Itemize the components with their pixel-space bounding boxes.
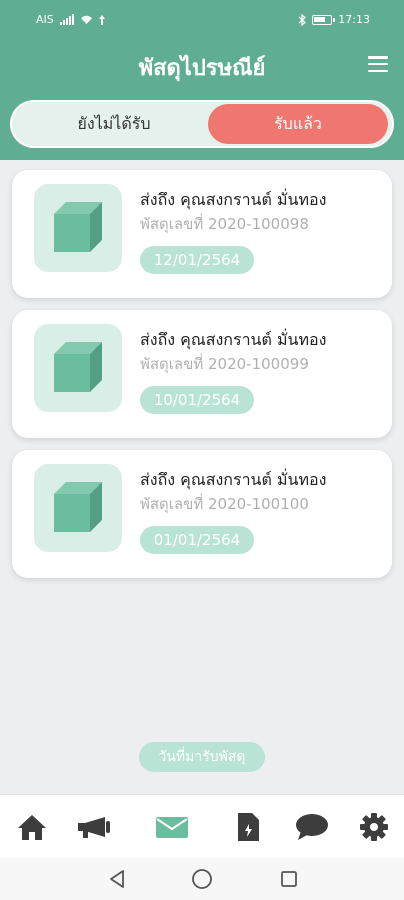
battery-icon (312, 14, 336, 25)
parcel-number: พัสดุเลขที่ 2020-100098 (140, 215, 309, 233)
carrier-label: AIS (36, 13, 54, 26)
data-icon (98, 14, 105, 25)
date-legend-badge: วันที่มารับพัสดุ (139, 742, 265, 772)
received-date-badge: 12/01/2564 (140, 246, 254, 274)
tab-not-received[interactable]: ยังไม่ได้รับ (24, 104, 204, 144)
back-icon[interactable] (104, 866, 130, 892)
received-date-badge: 01/01/2564 (140, 526, 254, 554)
parcel-number: พัสดุเลขที่ 2020-100099 (140, 355, 309, 373)
nav-home-icon[interactable] (10, 805, 54, 849)
package-icon (34, 324, 122, 412)
parcel-card[interactable]: ส่งถึง คุณสงกรานต์ มั่นทอง พัสดุเลขที่ 2… (12, 310, 392, 438)
bluetooth-icon (298, 13, 307, 26)
nav-mail-icon[interactable] (150, 805, 194, 849)
system-nav-bar (0, 858, 404, 900)
app-header: พัสดุไปรษณีย์ ยังไม่ได้รับ รับแล้ว (0, 40, 404, 160)
bottom-nav (0, 794, 404, 858)
tab-received[interactable]: รับแล้ว (208, 104, 388, 144)
recipient-text: ส่งถึง คุณสงกรานต์ มั่นทอง (140, 190, 327, 209)
nav-gear-icon[interactable] (352, 805, 396, 849)
parcel-card[interactable]: ส่งถึง คุณสงกรานต์ มั่นทอง พัสดุเลขที่ 2… (12, 170, 392, 298)
status-left: AIS (36, 13, 105, 26)
parcel-number: พัสดุเลขที่ 2020-100100 (140, 495, 309, 513)
hamburger-menu-icon[interactable] (368, 56, 388, 72)
received-date-badge: 10/01/2564 (140, 386, 254, 414)
package-icon (34, 464, 122, 552)
recipient-text: ส่งถึง คุณสงกรานต์ มั่นทอง (140, 330, 327, 349)
signal-icon (59, 14, 74, 25)
parcel-card[interactable]: ส่งถึง คุณสงกรานต์ มั่นทอง พัสดุเลขที่ 2… (12, 450, 392, 578)
wifi-icon (80, 15, 92, 24)
page-title: พัสดุไปรษณีย์ (138, 56, 266, 81)
status-bar: AIS 17:13 (0, 0, 404, 40)
nav-document-icon[interactable] (226, 805, 270, 849)
home-circle-icon[interactable] (189, 866, 215, 892)
recipient-text: ส่งถึง คุณสงกรานต์ มั่นทอง (140, 470, 327, 489)
parcel-list: ส่งถึง คุณสงกรานต์ มั่นทอง พัสดุเลขที่ 2… (12, 170, 392, 590)
nav-megaphone-icon[interactable] (72, 805, 116, 849)
nav-chat-icon[interactable] (290, 805, 334, 849)
clock: 17:13 (338, 13, 370, 26)
package-icon (34, 184, 122, 272)
status-right: 17:13 (298, 13, 370, 26)
recents-icon[interactable] (276, 866, 302, 892)
tab-switcher: ยังไม่ได้รับ รับแล้ว (10, 100, 394, 148)
